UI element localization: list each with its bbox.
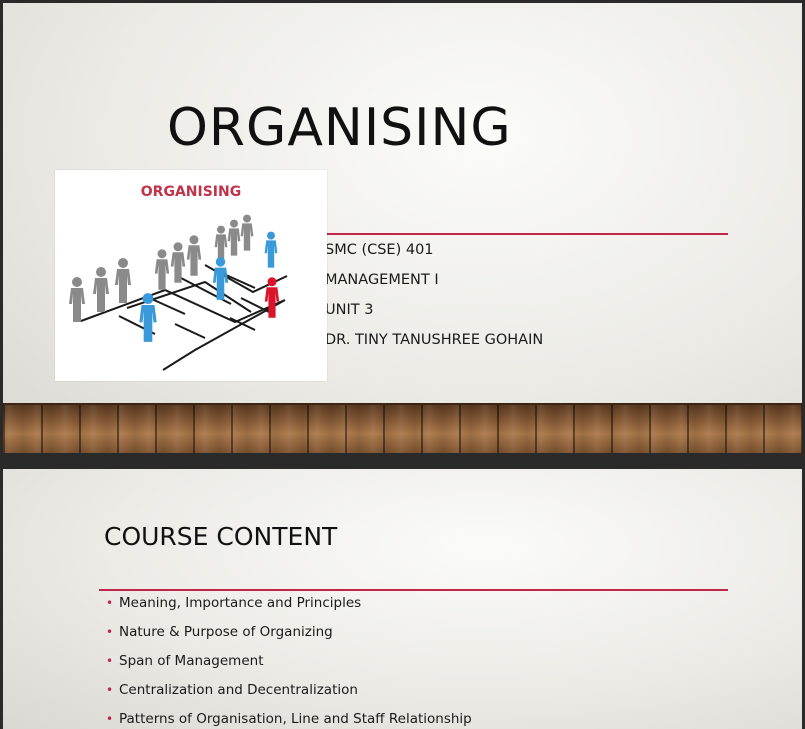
slide-title: COURSE CONTENT <box>104 522 338 551</box>
list-item: • Patterns of Organisation, Line and Staf… <box>106 711 472 727</box>
bullet-icon: • <box>106 712 114 726</box>
title-divider <box>99 589 728 591</box>
course-code: SMC (CSE) 401 <box>325 242 434 258</box>
slide-title: ORGANISING <box>167 98 512 158</box>
list-item: • Span of Management <box>106 653 264 669</box>
bullet-icon: • <box>106 683 114 697</box>
list-item: • Centralization and Decentralization <box>106 682 358 698</box>
subtitle-list: SMC (CSE) 401 MANAGEMENT I UNIT 3 DR. TI… <box>325 239 543 359</box>
illustration-caption: ORGANISING <box>140 184 242 200</box>
title-divider <box>326 233 728 235</box>
wooden-floor-background <box>3 405 802 453</box>
organising-illustration[interactable]: ORGANISING <box>55 170 327 381</box>
bullet-icon: • <box>106 625 114 639</box>
course-content-slide[interactable]: COURSE CONTENT • Meaning, Importance and … <box>3 469 802 729</box>
subject-name: MANAGEMENT I <box>325 272 439 288</box>
org-chart-figures-icon <box>69 214 288 371</box>
bullet-icon: • <box>106 654 114 668</box>
list-item: • Meaning, Importance and Principles <box>106 595 362 611</box>
bullet-icon: • <box>106 596 114 610</box>
course-content-list: • Meaning, Importance and Principles • Nat… <box>104 593 472 729</box>
unit-number: UNIT 3 <box>325 302 374 318</box>
author-name: DR. TINY TANUSHREE GOHAIN <box>325 332 544 348</box>
title-slide[interactable]: ORGANISING SMC (CSE) 401 MANAGEMENT I UN… <box>3 3 802 453</box>
list-item: • Nature & Purpose of Organizing <box>106 624 333 640</box>
